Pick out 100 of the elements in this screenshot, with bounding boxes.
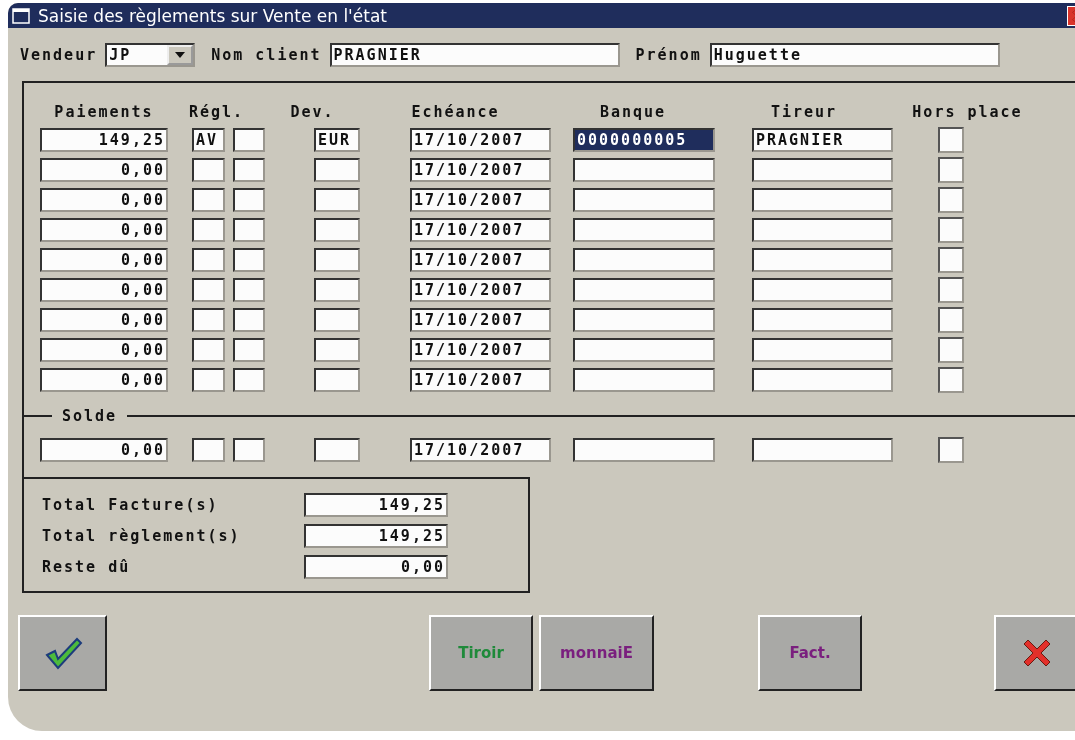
drawer-field[interactable] <box>752 248 893 272</box>
payment-field[interactable]: 0,00 <box>40 438 168 462</box>
action-button[interactable]: monnaiE <box>539 615 654 691</box>
mode-field[interactable] <box>233 438 265 462</box>
payment-field[interactable]: 0,00 <box>40 278 168 302</box>
ok-button[interactable] <box>18 615 107 691</box>
drawer-field[interactable] <box>752 368 893 392</box>
due-date-field[interactable]: 17/10/2007 <box>410 338 551 362</box>
drawer-field[interactable] <box>752 438 893 462</box>
mode-field[interactable] <box>233 128 265 152</box>
currency-field[interactable] <box>314 248 360 272</box>
bank-field[interactable] <box>573 368 715 392</box>
drawer-field[interactable]: PRAGNIER <box>752 128 893 152</box>
total-field: 149,25 <box>304 524 448 548</box>
column-header: Tireur <box>769 103 839 121</box>
mode-field[interactable] <box>192 438 225 462</box>
checkbox[interactable] <box>938 127 964 153</box>
section-label: Solde <box>62 407 118 425</box>
mode-field[interactable] <box>233 158 265 182</box>
payment-field[interactable]: 149,25 <box>40 128 168 152</box>
drawer-field[interactable] <box>752 278 893 302</box>
mode-field[interactable] <box>233 218 265 242</box>
bank-field[interactable] <box>573 158 715 182</box>
total-field: 0,00 <box>304 555 448 579</box>
bank-field[interactable] <box>573 278 715 302</box>
bank-field[interactable] <box>573 188 715 212</box>
checkbox[interactable] <box>938 277 964 303</box>
bank-field[interactable] <box>573 338 715 362</box>
cancel-button[interactable] <box>994 615 1075 691</box>
checkbox[interactable] <box>938 367 964 393</box>
checkbox[interactable] <box>938 337 964 363</box>
checkbox[interactable] <box>938 217 964 243</box>
currency-field[interactable] <box>314 308 360 332</box>
currency-field[interactable]: EUR <box>314 128 360 152</box>
payment-field[interactable]: 0,00 <box>40 338 168 362</box>
bank-field[interactable] <box>573 248 715 272</box>
due-date-field[interactable]: 17/10/2007 <box>410 158 551 182</box>
column-header: Hors place <box>911 103 1024 121</box>
mode-field[interactable] <box>233 188 265 212</box>
name-field[interactable]: PRAGNIER <box>329 43 620 67</box>
drawer-field[interactable] <box>752 218 893 242</box>
checkbox[interactable] <box>938 307 964 333</box>
column-header: Régl. <box>187 103 246 121</box>
mode-field[interactable] <box>192 218 225 242</box>
bank-field[interactable]: 0000000005 <box>573 128 715 152</box>
mode-field[interactable] <box>192 248 225 272</box>
mode-field[interactable] <box>233 308 265 332</box>
payment-field[interactable]: 0,00 <box>40 218 168 242</box>
due-date-field[interactable]: 17/10/2007 <box>410 438 551 462</box>
seller-dropdown[interactable]: JP <box>105 43 196 67</box>
mode-field[interactable] <box>192 158 225 182</box>
due-date-field[interactable]: 17/10/2007 <box>410 218 551 242</box>
currency-field[interactable] <box>314 438 360 462</box>
currency-field[interactable] <box>314 338 360 362</box>
mode-field[interactable]: AV <box>192 128 225 152</box>
action-button[interactable]: Fact. <box>758 615 862 691</box>
mode-field[interactable] <box>233 338 265 362</box>
first-name-field[interactable]: Huguette <box>709 43 1000 67</box>
due-date-field[interactable]: 17/10/2007 <box>410 248 551 272</box>
payment-field[interactable]: 0,00 <box>40 308 168 332</box>
currency-field[interactable] <box>314 368 360 392</box>
payment-field[interactable]: 0,00 <box>40 368 168 392</box>
due-date-field[interactable]: 17/10/2007 <box>410 128 551 152</box>
checkbox[interactable] <box>938 437 964 463</box>
drawer-field[interactable] <box>752 158 893 182</box>
mode-field[interactable] <box>192 338 225 362</box>
currency-field[interactable] <box>314 278 360 302</box>
checkbox[interactable] <box>938 247 964 273</box>
payment-field[interactable]: 0,00 <box>40 158 168 182</box>
currency-field[interactable] <box>314 218 360 242</box>
mode-field[interactable] <box>192 368 225 392</box>
due-date-field[interactable]: 17/10/2007 <box>410 308 551 332</box>
due-date-field[interactable]: 17/10/2007 <box>410 188 551 212</box>
mode-field[interactable] <box>192 308 225 332</box>
mode-field[interactable] <box>233 368 265 392</box>
currency-field[interactable] <box>314 188 360 212</box>
payment-field[interactable]: 0,00 <box>40 248 168 272</box>
bank-field[interactable] <box>573 308 715 332</box>
total-field: 149,25 <box>304 493 448 517</box>
drawer-field[interactable] <box>752 188 893 212</box>
checkbox[interactable] <box>938 157 964 183</box>
drawer-field[interactable] <box>752 308 893 332</box>
column-header: Paiements <box>53 103 155 121</box>
due-date-field[interactable]: 17/10/2007 <box>410 368 551 392</box>
currency-field[interactable] <box>314 158 360 182</box>
drawer-field[interactable] <box>752 338 893 362</box>
payment-field[interactable]: 0,00 <box>40 188 168 212</box>
field-label: Prénom <box>635 46 702 64</box>
window-icon <box>12 7 30 24</box>
due-date-field[interactable]: 17/10/2007 <box>410 278 551 302</box>
checkbox[interactable] <box>938 187 964 213</box>
mode-field[interactable] <box>192 188 225 212</box>
mode-field[interactable] <box>233 278 265 302</box>
total-label: Total règlement(s) <box>42 527 242 545</box>
bank-field[interactable] <box>573 218 715 242</box>
bank-field[interactable] <box>573 438 715 462</box>
mode-field[interactable] <box>192 278 225 302</box>
mode-field[interactable] <box>233 248 265 272</box>
field-label: Vendeur <box>20 46 98 64</box>
total-label: Reste dû <box>42 558 132 576</box>
